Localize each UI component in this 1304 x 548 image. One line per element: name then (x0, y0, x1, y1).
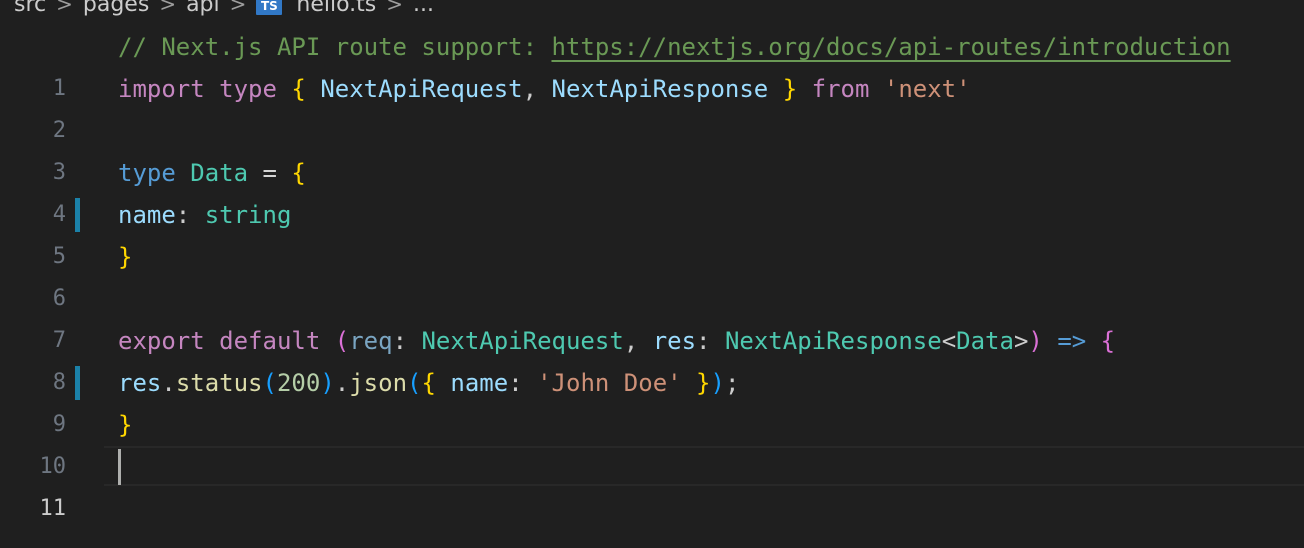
parameter-token: res (652, 327, 697, 355)
identifier-token: NextApiResponse (551, 75, 769, 103)
brace-token: } (118, 411, 133, 439)
punctuation-token: : (508, 369, 523, 397)
code-content: name: string (118, 194, 291, 236)
punctuation-token: , (623, 327, 639, 355)
code-content: type Data = { (118, 152, 306, 194)
breadcrumb-item-pages[interactable]: pages (83, 0, 149, 17)
punctuation-token: ; (724, 369, 740, 397)
code-content: export default (req: NextApiRequest, res… (118, 320, 1115, 362)
paren-token: ) (320, 369, 335, 397)
typescript-file-icon: TS (256, 0, 283, 15)
paren-token: ( (334, 327, 350, 355)
identifier-token: res (118, 369, 162, 397)
keyword-token: import (118, 75, 205, 103)
function-token: status (175, 369, 263, 397)
punctuation-token: , (522, 75, 538, 103)
punctuation-token: : (696, 327, 711, 355)
code-content: } (118, 236, 132, 278)
type-token: Data (956, 327, 1014, 355)
breadcrumb-item-symbols[interactable]: ... (413, 0, 434, 17)
code-content: import type { NextApiRequest, NextApiRes… (118, 68, 971, 110)
modified-line-indicator[interactable] (75, 366, 80, 400)
code-content: res.status(200).json({ name: 'John Doe' … (118, 362, 739, 404)
code-line[interactable]: 9 res.status(200).json({ name: 'John Doe… (0, 362, 1304, 437)
punctuation-token: > (1013, 327, 1029, 355)
paren-token: ) (1028, 327, 1043, 355)
paren-token: ) (710, 369, 725, 397)
brace-token: { (291, 75, 306, 103)
keyword-token: type (118, 159, 176, 187)
type-token: NextApiResponse (724, 327, 942, 355)
code-content: } (118, 404, 132, 446)
code-line[interactable]: 4 type Data = { (0, 152, 1304, 227)
code-line[interactable]: 1 // Next.js API route support: https://… (0, 26, 1304, 101)
code-line[interactable]: 7 (0, 278, 1304, 353)
brace-token: { (421, 369, 436, 397)
code-lines[interactable]: 1 // Next.js API route support: https://… (0, 26, 1304, 521)
property-token: name (450, 369, 509, 397)
punctuation-token: . (161, 369, 176, 397)
operator-token: = (262, 159, 277, 187)
line-number: 11 (39, 496, 67, 521)
punctuation-token: < (941, 327, 957, 355)
keyword-token: export (118, 327, 205, 355)
code-line-current[interactable]: 11 (0, 446, 1304, 521)
arrow-token: => (1057, 327, 1087, 355)
breadcrumb-item-api[interactable]: api (186, 0, 220, 17)
modified-line-indicator[interactable] (75, 198, 80, 232)
chevron-right-icon: > (386, 0, 404, 16)
brace-token: } (118, 243, 133, 271)
code-line[interactable]: 3 (0, 110, 1304, 185)
brace-token: { (291, 159, 306, 187)
identifier-token: NextApiRequest (320, 75, 523, 103)
type-token: string (204, 201, 292, 229)
chevron-right-icon: > (159, 0, 177, 16)
code-editor[interactable]: src > pages > api > TS hello.ts > ... 1 … (0, 0, 1304, 548)
comment-link[interactable]: https://nextjs.org/docs/api-routes/intro… (551, 33, 1230, 61)
property-token: name (118, 201, 176, 229)
code-line[interactable]: 5 name: string (0, 194, 1304, 269)
comment-token: // Next.js API route support: (118, 33, 552, 61)
paren-token: ( (407, 369, 422, 397)
chevron-right-icon: > (229, 0, 247, 16)
text-cursor (118, 449, 121, 485)
chevron-right-icon: > (56, 0, 73, 16)
parameter-token: req (349, 327, 393, 355)
type-token: Data (190, 159, 249, 187)
code-line[interactable]: 10 } (0, 404, 1304, 479)
paren-token: ( (262, 369, 277, 397)
punctuation-token: : (392, 327, 408, 355)
keyword-token: type (219, 75, 277, 103)
keyword-token: from (811, 75, 870, 103)
type-token: NextApiRequest (421, 327, 624, 355)
breadcrumb-item-src[interactable]: src (14, 0, 46, 17)
brace-token: { (1100, 327, 1116, 355)
brace-token: } (782, 75, 798, 103)
punctuation-token: . (334, 369, 350, 397)
code-line[interactable]: 8 export default (req: NextApiRequest, r… (0, 320, 1304, 395)
keyword-token: default (219, 327, 321, 355)
breadcrumb-item-file[interactable]: hello.ts (296, 0, 376, 17)
brace-token: } (696, 369, 711, 397)
code-line[interactable]: 2 import type { NextApiRequest, NextApiR… (0, 68, 1304, 143)
punctuation-token: : (175, 201, 191, 229)
breadcrumb: src > pages > api > TS hello.ts > ... (0, 0, 434, 18)
function-token: json (349, 369, 408, 397)
string-token: 'next' (883, 75, 971, 103)
string-token: 'John Doe' (537, 369, 682, 397)
number-token: 200 (276, 369, 321, 397)
code-line[interactable]: 6 } (0, 236, 1304, 311)
code-content: // Next.js API route support: https://ne… (118, 26, 1231, 68)
